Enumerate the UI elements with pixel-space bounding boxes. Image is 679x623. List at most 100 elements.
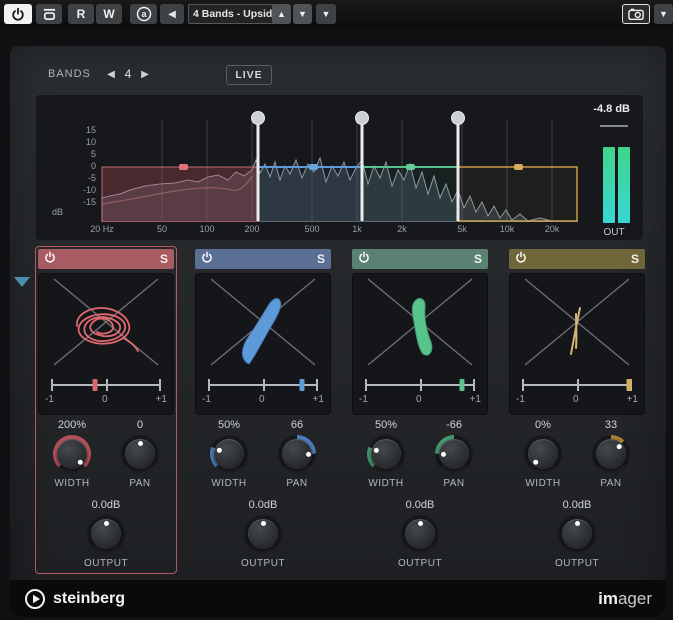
band-1-gain-handle[interactable] xyxy=(179,164,188,170)
band-3-vectorscope: -10+1 xyxy=(352,273,488,415)
correlation-scale: -10+1 xyxy=(516,394,638,405)
width-value: 50% xyxy=(218,419,240,435)
pan-label: PAN xyxy=(443,478,464,489)
copy-ab-button[interactable]: ◀ xyxy=(160,4,184,24)
correlation-scale: -10+1 xyxy=(45,394,167,405)
dropdown-icon: ▼ xyxy=(659,9,668,19)
band-2-vectorscope: -10+1 xyxy=(195,273,331,415)
band-2-region xyxy=(258,164,362,222)
band-4-panel[interactable]: S -10+1 0% WIDTH xyxy=(506,246,648,574)
pan-knob[interactable] xyxy=(435,435,473,473)
output-value: 0.0dB xyxy=(249,499,278,515)
band-2-header: S xyxy=(195,249,331,269)
pan-knob[interactable] xyxy=(278,435,316,473)
output-knob[interactable] xyxy=(87,515,125,553)
spectrum-plot xyxy=(100,110,578,222)
correlation-meter xyxy=(365,378,475,392)
output-knob[interactable] xyxy=(401,515,439,553)
freq-tick: 20k xyxy=(545,224,560,234)
live-button[interactable]: LIVE xyxy=(226,65,272,85)
pan-value: 33 xyxy=(605,419,617,435)
preset-selector[interactable]: 4 Bands - Upside xyxy=(188,4,278,24)
read-automation-button[interactable]: R xyxy=(68,4,94,24)
band-4-region xyxy=(458,164,577,221)
width-label: WIDTH xyxy=(368,478,403,489)
correlation-marker xyxy=(299,379,304,391)
band-power-icon[interactable] xyxy=(44,250,56,268)
product-name: imager xyxy=(598,589,652,609)
switch-ab-button[interactable]: a xyxy=(130,4,157,24)
band-1-header: S xyxy=(38,249,174,269)
bypass-button[interactable] xyxy=(36,4,62,24)
output-knob[interactable] xyxy=(244,515,282,553)
freq-tick: 100 xyxy=(199,224,214,234)
camera-icon xyxy=(628,8,644,20)
pan-label: PAN xyxy=(286,478,307,489)
band-3-panel[interactable]: S -10+1 50% WIDTH xyxy=(349,246,491,574)
pan-label: PAN xyxy=(129,478,150,489)
pan-value: 66 xyxy=(291,419,303,435)
db-tick: 10 xyxy=(70,137,96,147)
previous-preset-button[interactable]: ▲ xyxy=(272,4,291,24)
pan-label: PAN xyxy=(600,478,621,489)
window-menu-button[interactable]: ▼ xyxy=(654,4,673,24)
width-knob[interactable] xyxy=(210,435,248,473)
band-2-panel[interactable]: S -10+1 50% WIDTH xyxy=(192,246,334,574)
db-tick: -15 xyxy=(70,197,96,207)
band-3-gain-handle[interactable] xyxy=(406,164,415,170)
next-preset-button[interactable]: ▼ xyxy=(293,4,312,24)
db-tick: -5 xyxy=(70,173,96,183)
scope-signal xyxy=(571,308,580,354)
freq-tick: 200 xyxy=(244,224,259,234)
output-value: 0.0dB xyxy=(406,499,435,515)
width-knob[interactable] xyxy=(53,435,91,473)
up-triangle-icon: ▲ xyxy=(277,9,286,19)
circled-a-icon: a xyxy=(136,6,152,22)
freq-tick: 1k xyxy=(352,224,362,234)
band-2-gain-handle[interactable] xyxy=(309,164,318,170)
spectrum-display: 15 10 5 0 -5 -10 -15 dB xyxy=(36,95,643,240)
width-label: WIDTH xyxy=(525,478,560,489)
output-label: OUTPUT xyxy=(84,558,128,569)
out-meter-left xyxy=(603,147,615,223)
band-power-icon[interactable] xyxy=(201,250,213,268)
bands-decrease-button[interactable]: ◀ xyxy=(103,66,119,82)
pan-value: -66 xyxy=(446,419,462,435)
band-solo-button[interactable]: S xyxy=(474,252,482,266)
bands-count: 4 xyxy=(119,67,137,81)
plugin-power-button[interactable] xyxy=(4,4,32,24)
band-4-gain-handle[interactable] xyxy=(514,164,523,170)
width-knob[interactable] xyxy=(524,435,562,473)
width-value: 200% xyxy=(58,419,86,435)
collapse-arrow-icon[interactable] xyxy=(14,277,30,287)
snapshot-button[interactable] xyxy=(622,4,650,24)
output-label: OUTPUT xyxy=(398,558,442,569)
pan-knob[interactable] xyxy=(592,435,630,473)
freq-tick: 500 xyxy=(304,224,319,234)
out-label: OUT xyxy=(597,227,631,238)
freq-tick: 10k xyxy=(500,224,515,234)
correlation-marker xyxy=(626,379,631,391)
steinberg-logo-icon xyxy=(24,588,46,610)
correlation-scale: -10+1 xyxy=(202,394,324,405)
width-value: 0% xyxy=(535,419,551,435)
band-1-panel[interactable]: S -10+1 200% WIDTH xyxy=(35,246,177,574)
bands-increase-button[interactable]: ▶ xyxy=(137,66,153,82)
output-knob[interactable] xyxy=(558,515,596,553)
plugin-window: R W a ◀ 4 Bands - Upside ▲ ▼ ▼ xyxy=(0,0,673,620)
band-power-icon[interactable] xyxy=(515,250,527,268)
band-1-vectorscope: -10+1 xyxy=(38,273,174,415)
band-3-region xyxy=(362,164,458,222)
band-solo-button[interactable]: S xyxy=(631,252,639,266)
width-knob[interactable] xyxy=(367,435,405,473)
db-tick: 15 xyxy=(70,125,96,135)
band-power-icon[interactable] xyxy=(358,250,370,268)
band-solo-button[interactable]: S xyxy=(317,252,325,266)
pan-knob[interactable] xyxy=(121,435,159,473)
write-automation-button[interactable]: W xyxy=(96,4,122,24)
correlation-meter xyxy=(208,378,318,392)
output-value: 0.0dB xyxy=(563,499,592,515)
preset-menu-button[interactable]: ▼ xyxy=(316,4,336,24)
brand-name: steinberg xyxy=(53,590,125,608)
band-solo-button[interactable]: S xyxy=(160,252,168,266)
